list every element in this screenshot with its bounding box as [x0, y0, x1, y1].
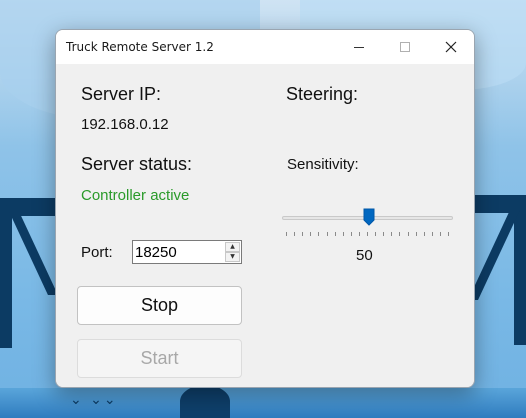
slider-tick [302, 232, 303, 236]
maximize-button[interactable] [382, 30, 428, 64]
chevron-up-icon: ▲ [230, 243, 235, 250]
minimize-button[interactable] [336, 30, 382, 64]
server-ip-value: 192.168.0.12 [81, 116, 169, 133]
app-window: Truck Remote Server 1.2 Server IP: 192.1… [55, 29, 475, 388]
slider-tick [424, 232, 425, 236]
slider-tick [327, 232, 328, 236]
slider-tick [375, 232, 376, 236]
chevron-down-icon: ▼ [230, 253, 235, 260]
slider-tick [399, 232, 400, 236]
client-area: Server IP: 192.168.0.12 Server status: C… [56, 64, 474, 387]
slider-tick [310, 232, 311, 236]
title-bar[interactable]: Truck Remote Server 1.2 [56, 30, 474, 64]
slider-tick [448, 232, 449, 236]
wallpaper-bridge [0, 198, 12, 348]
slider-tick [294, 232, 295, 236]
close-button[interactable] [428, 30, 474, 64]
steering-heading: Steering: [286, 84, 359, 104]
port-input[interactable] [133, 242, 223, 262]
wallpaper-tree [180, 385, 230, 418]
slider-tick [351, 232, 352, 236]
sensitivity-slider-thumb[interactable] [363, 208, 375, 226]
slider-tick [432, 232, 433, 236]
slider-ticks [286, 232, 449, 237]
window-title: Truck Remote Server 1.2 [66, 40, 214, 54]
start-button[interactable]: Start [77, 339, 242, 378]
server-status-value: Controller active [81, 187, 190, 204]
spin-down-button[interactable]: ▼ [225, 252, 240, 262]
slider-tick [383, 232, 384, 236]
spin-up-button[interactable]: ▲ [225, 242, 240, 252]
close-icon [445, 41, 457, 53]
slider-tick [343, 232, 344, 236]
wallpaper-birds: ⌄ ⌄⌄ [70, 392, 118, 408]
server-ip-heading: Server IP: [81, 84, 162, 104]
stop-button[interactable]: Stop [77, 286, 242, 325]
sensitivity-label: Sensitivity: [287, 156, 359, 173]
slider-tick [440, 232, 441, 236]
sensitivity-value: 50 [356, 247, 373, 264]
slider-tick [408, 232, 409, 236]
slider-tick [367, 232, 368, 236]
slider-tick [335, 232, 336, 236]
port-stepper[interactable]: ▲ ▼ [132, 240, 242, 264]
server-status-heading: Server status: [81, 154, 193, 174]
slider-tick [416, 232, 417, 236]
minimize-icon [354, 46, 364, 48]
port-spin-buttons: ▲ ▼ [225, 242, 240, 262]
maximize-icon [400, 42, 410, 52]
slider-tick [391, 232, 392, 236]
slider-tick [286, 232, 287, 236]
slider-tick [318, 232, 319, 236]
slider-tick [359, 232, 360, 236]
port-label: Port: [81, 244, 113, 261]
